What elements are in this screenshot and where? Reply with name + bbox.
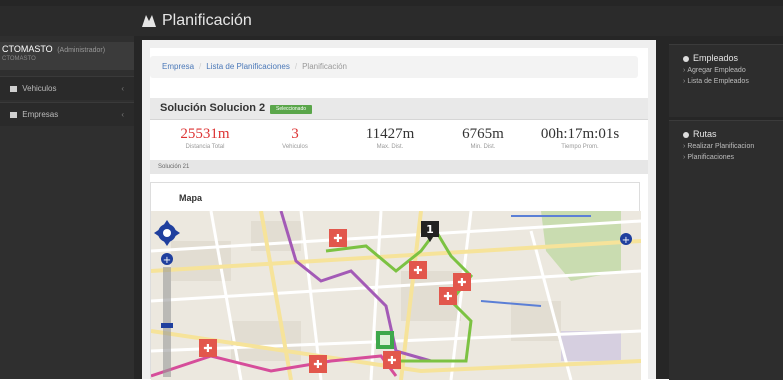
top-bar: Planificación: [0, 6, 783, 36]
panel-title: Empleados: [693, 53, 739, 63]
stat-value: 6765m: [462, 126, 504, 142]
link-lista-empleados[interactable]: › Lista de Empleados: [669, 74, 783, 85]
app-screen: Planificación CTOMASTO (Administrador) C…: [0, 0, 783, 380]
map-canvas[interactable]: ✚ ✚ ✚ ✚ ✚ ✚ ✚ 1 + +: [151, 211, 641, 380]
breadcrumb-current: Planificación: [302, 62, 348, 71]
svg-text:+: +: [622, 235, 630, 246]
chevron-right-icon: ›: [683, 78, 686, 85]
app-title: Planificación: [142, 12, 252, 30]
status-badge: Seleccionado: [270, 105, 312, 114]
user-role: (Administrador): [57, 47, 106, 54]
chevron-left-icon: ‹: [121, 84, 124, 93]
stat-label: Distancia Total: [185, 144, 225, 150]
right-panel-rutas: Rutas › Realizar Planificacion › Planifica…: [669, 120, 783, 380]
panel-heading: Empleados: [669, 45, 783, 63]
svg-text:✚: ✚: [457, 276, 466, 289]
svg-text:✚: ✚: [203, 342, 212, 355]
svg-text:✚: ✚: [333, 232, 342, 245]
svg-text:+: +: [163, 255, 171, 266]
delivery-marker[interactable]: ✚: [453, 273, 471, 291]
app-logo-icon: [142, 15, 156, 27]
chevron-right-icon: ›: [683, 67, 686, 74]
stat-min-distance: 6765m Min. Dist.: [438, 126, 528, 150]
stat-value: 3: [291, 126, 299, 142]
sidebar-item-vehiculos[interactable]: Vehiculos ‹: [0, 76, 134, 100]
car-icon: [10, 85, 17, 92]
breadcrumb-lista[interactable]: Lista de Planificaciones: [206, 62, 290, 71]
user-name: CTOMASTO: [2, 44, 53, 54]
marker-number: 1: [426, 223, 434, 236]
stat-label: Max. Dist.: [376, 144, 404, 150]
panel-title: Rutas: [693, 129, 717, 139]
route-map[interactable]: ✚ ✚ ✚ ✚ ✚ ✚ ✚ 1 + +: [151, 211, 641, 380]
solution-title: Solución Solucion 2: [160, 102, 266, 114]
left-sidebar: CTOMASTO (Administrador) CTOMASTO Vehicu…: [0, 36, 134, 379]
delivery-marker[interactable]: ✚: [329, 229, 347, 247]
breadcrumb-separator: /: [294, 62, 298, 71]
depot-marker-icon[interactable]: [376, 331, 394, 349]
user-box[interactable]: CTOMASTO (Administrador) CTOMASTO: [0, 42, 134, 70]
stat-vehicles: 3 Vehiculos: [250, 126, 340, 150]
delivery-marker[interactable]: ✚: [409, 261, 427, 279]
stat-label: Tiempo Prom.: [561, 144, 599, 150]
stat-label: Min. Dist.: [470, 144, 496, 150]
breadcrumb-empresa[interactable]: Empresa: [162, 62, 194, 71]
stat-avg-time: 00h:17m:01s Tiempo Prom.: [525, 126, 635, 150]
link-label: Realizar Planificacion: [687, 143, 755, 150]
user-icon: [683, 55, 689, 62]
building-icon: [10, 111, 17, 118]
chevron-right-icon: ›: [683, 154, 686, 161]
road-icon: [683, 131, 689, 138]
solution-header: Solución Solucion 2 Seleccionado: [150, 98, 648, 120]
svg-text:✚: ✚: [443, 290, 452, 303]
svg-text:✚: ✚: [413, 264, 422, 277]
link-label: Planificaciones: [687, 154, 735, 161]
stat-value: 11427m: [365, 126, 415, 142]
link-label: Lista de Empleados: [687, 78, 749, 85]
delivery-marker[interactable]: ✚: [309, 355, 327, 373]
delivery-marker[interactable]: ✚: [199, 339, 217, 357]
right-panel-empleados: Empleados › Agregar Empleado › Lista de Em…: [669, 44, 783, 117]
svg-text:✚: ✚: [387, 354, 396, 367]
stat-value: 00h:17m:01s: [540, 126, 620, 142]
stat-value: 25531m: [180, 126, 230, 142]
delivery-marker[interactable]: ✚: [383, 351, 401, 369]
chevron-right-icon: ›: [683, 143, 686, 150]
link-label: Agregar Empleado: [687, 67, 746, 74]
svg-text:✚: ✚: [313, 358, 322, 371]
app-title-text: Planificación: [162, 12, 252, 29]
sidebar-item-label: Empresas: [22, 110, 59, 119]
user-sub: CTOMASTO: [2, 56, 36, 62]
layer-switcher-icon[interactable]: +: [620, 233, 632, 246]
breadcrumb: Empresa / Lista de Planificaciones / Planifi…: [150, 56, 638, 78]
link-agregar-empleado[interactable]: › Agregar Empleado: [669, 63, 783, 74]
stat-total-distance: 25531m Distancia Total: [160, 126, 250, 150]
solution-stats: 25531m Distancia Total 3 Vehiculos 11427…: [150, 122, 648, 158]
sidebar-item-empresas[interactable]: Empresas ‹: [0, 102, 134, 126]
map-title: Mapa: [179, 193, 203, 203]
sidebar-item-label: Vehiculos: [22, 84, 57, 93]
map-panel: Mapa ✚ ✚ ✚ ✚ ✚ ✚ ✚ 1 + +: [150, 182, 641, 380]
main-panel: Empresa / Lista de Planificaciones / Planifi…: [142, 40, 656, 380]
stat-label: Vehiculos: [282, 144, 308, 150]
panel-heading: Rutas: [669, 121, 783, 139]
link-realizar-planificacion[interactable]: › Realizar Planificacion: [669, 139, 783, 150]
chevron-left-icon: ‹: [121, 110, 124, 119]
stat-max-distance: 11427m Max. Dist.: [345, 126, 435, 150]
breadcrumb-separator: /: [199, 62, 202, 71]
solution-subheader: Solución 21: [150, 160, 648, 174]
link-planificaciones[interactable]: › Planificaciones: [669, 150, 783, 161]
